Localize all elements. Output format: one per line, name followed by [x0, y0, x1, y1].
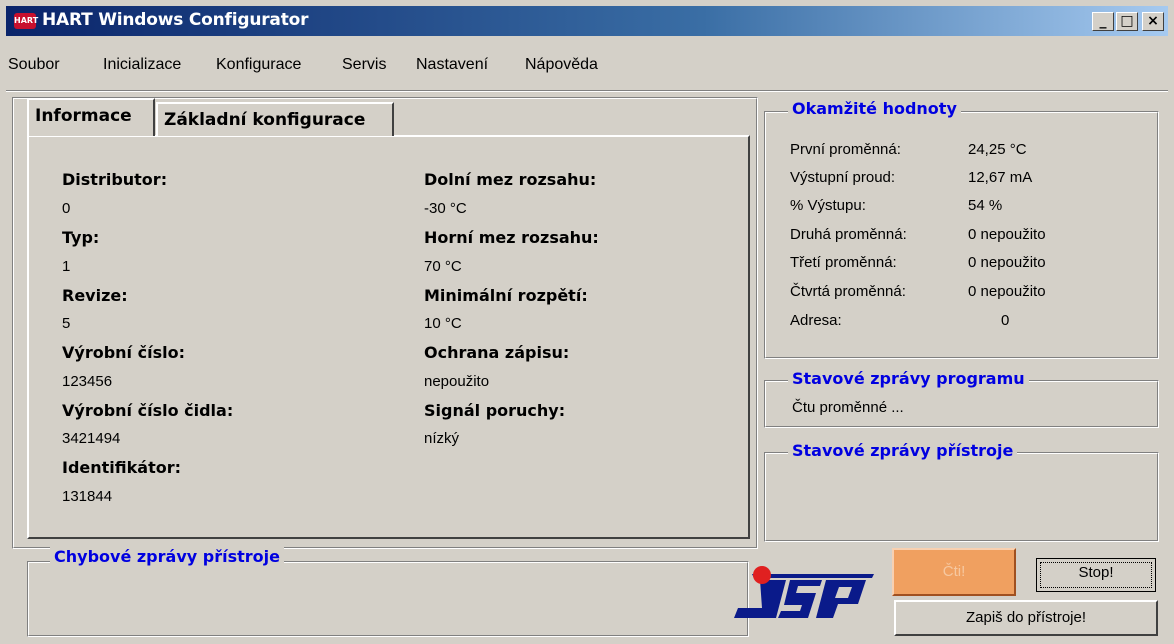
menu-napoveda[interactable]: Nápověda: [525, 56, 598, 74]
device-status-group: [764, 452, 1159, 542]
prvni-promenna-value: 24,25 °C: [968, 141, 1027, 158]
tab-page-informace: [27, 135, 750, 539]
window-title: HART Windows Configurator: [42, 10, 309, 30]
druha-promenna-value: 0 nepoužito: [968, 226, 1046, 243]
hart-app-icon: HART: [14, 13, 38, 29]
typ-label: Typ:: [62, 228, 100, 247]
menu-nastaveni[interactable]: Nastavení: [416, 56, 488, 74]
tab-zakladni-konfigurace[interactable]: Základní konfigurace: [156, 102, 394, 136]
ctvrta-promenna-label: Čtvrtá proměnná:: [790, 283, 906, 300]
main-window: HART HART Windows Configurator _ □ × Sou…: [0, 0, 1174, 644]
identifikator-value: 131844: [62, 488, 113, 505]
vyrobni-cislo-cidla-value: 3421494: [62, 430, 121, 447]
device-errors-group: [27, 561, 749, 637]
horni-mez-value: 70 °C: [424, 258, 462, 275]
treti-promenna-value: 0 nepoužito: [968, 254, 1046, 271]
menu-servis[interactable]: Servis: [342, 56, 386, 74]
vystupni-proud-value: 12,67 mA: [968, 169, 1033, 186]
min-rozpeti-label: Minimální rozpětí:: [424, 286, 588, 305]
stop-button[interactable]: Stop!: [1036, 558, 1156, 592]
read-button[interactable]: Čti!: [892, 548, 1016, 596]
write-to-device-button[interactable]: Zapiš do přístroje!: [894, 600, 1158, 636]
device-errors-title: Chybové zprávy přístroje: [50, 547, 284, 566]
dolni-mez-value: -30 °C: [424, 200, 467, 217]
procent-vystupu-label: % Výstupu:: [790, 197, 866, 214]
distributor-value: 0: [62, 200, 71, 217]
tab-informace[interactable]: Informace: [27, 98, 155, 136]
ctvrta-promenna-value: 0 nepoužito: [968, 283, 1046, 300]
treti-promenna-label: Třetí proměnná:: [790, 254, 897, 271]
menu-bar: Soubor Inicializace Konfigurace Servis N…: [6, 56, 1168, 80]
program-status-text: Čtu proměnné ...: [792, 399, 904, 416]
dolni-mez-label: Dolní mez rozsahu:: [424, 170, 597, 189]
vyrobni-cislo-value: 123456: [62, 373, 113, 390]
minimize-button[interactable]: _: [1092, 12, 1114, 31]
prvni-promenna-label: První proměnná:: [790, 141, 901, 158]
druha-promenna-label: Druhá proměnná:: [790, 226, 907, 243]
program-status-title: Stavové zprávy programu: [788, 369, 1029, 388]
maximize-button[interactable]: □: [1116, 12, 1138, 31]
adresa-value: 0: [1001, 312, 1010, 329]
typ-value: 1: [62, 258, 71, 275]
menu-separator: [6, 90, 1168, 92]
signal-poruchy-label: Signál poruchy:: [424, 401, 566, 420]
adresa-label: Adresa:: [790, 312, 842, 329]
ochrana-zapisu-value: nepoužito: [424, 373, 490, 390]
device-status-title: Stavové zprávy přístroje: [788, 441, 1018, 460]
menu-inicializace[interactable]: Inicializace: [103, 56, 181, 74]
title-bar[interactable]: HART HART Windows Configurator _ □ ×: [6, 6, 1168, 36]
min-rozpeti-value: 10 °C: [424, 315, 462, 332]
distributor-label: Distributor:: [62, 170, 168, 189]
vyrobni-cislo-cidla-label: Výrobní číslo čidla:: [62, 401, 234, 420]
procent-vystupu-value: 54 %: [968, 197, 1003, 214]
jsp-logo: [734, 566, 874, 618]
vystupni-proud-label: Výstupní proud:: [790, 169, 896, 186]
horni-mez-label: Horní mez rozsahu:: [424, 228, 599, 247]
revize-value: 5: [62, 315, 71, 332]
ochrana-zapisu-label: Ochrana zápisu:: [424, 343, 570, 362]
menu-soubor[interactable]: Soubor: [8, 56, 60, 74]
menu-konfigurace[interactable]: Konfigurace: [216, 56, 301, 74]
signal-poruchy-value: nízký: [424, 430, 460, 447]
vyrobni-cislo-label: Výrobní číslo:: [62, 343, 185, 362]
close-button[interactable]: ×: [1142, 12, 1164, 31]
identifikator-label: Identifikátor:: [62, 458, 182, 477]
revize-label: Revize:: [62, 286, 128, 305]
instant-values-title: Okamžité hodnoty: [788, 99, 961, 118]
